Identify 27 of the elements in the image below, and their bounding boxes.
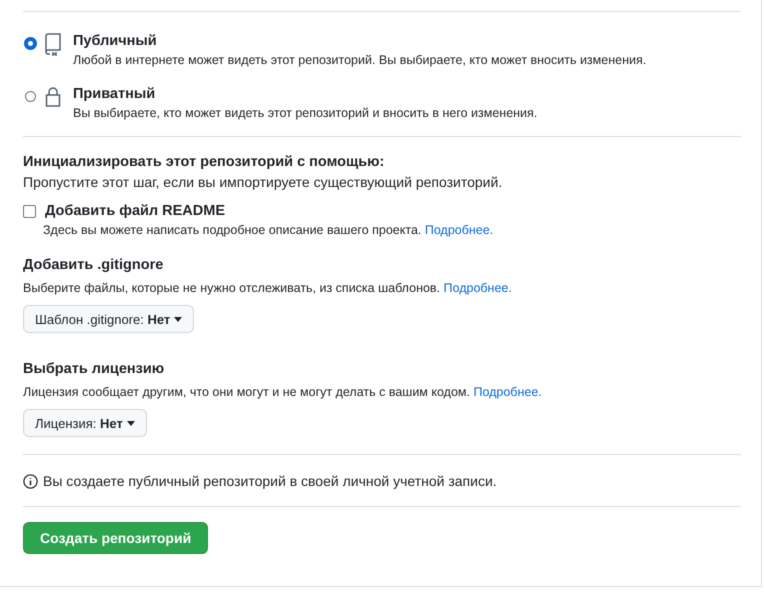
section-description: Лицензия сообщает другим, что они могут и не могут делать с вашим кодом. Подробнее. xyxy=(23,385,542,399)
radio-button[interactable] xyxy=(25,38,36,49)
checkbox[interactable] xyxy=(23,204,36,218)
option-title: Приватный xyxy=(73,85,156,104)
checkbox-label: Добавить файл README xyxy=(45,202,225,221)
learn-more-link[interactable]: Подробнее. xyxy=(473,385,542,399)
lock-icon xyxy=(43,85,63,109)
radio-button[interactable] xyxy=(25,91,36,102)
section-heading: Добавить .gitignore xyxy=(23,256,164,275)
readme-description: Здесь вы можете написать подробное описание вашего проекта. Подробнее. xyxy=(43,223,494,237)
gitignore-dropdown[interactable]: Шаблон .gitignore: Нет xyxy=(23,305,194,333)
create-repository-button[interactable]: Создать репозиторий xyxy=(23,522,208,554)
info-icon xyxy=(23,474,38,489)
section-heading: Выбрать лицензию xyxy=(23,360,166,379)
option-description: Любой в интернете может видеть этот репозиторий. Вы выбираете, кто может вносить изменения. xyxy=(73,52,646,69)
option-title: Публичный xyxy=(73,32,158,51)
section-description: Пропустите этот шаг, если вы импортируете существующий репозиторий. xyxy=(23,173,504,192)
caret-icon xyxy=(126,420,135,426)
section-description: Выберите файлы, которые не нужно отслеживать, из списка шаблонов. Подробнее. xyxy=(23,281,512,295)
notice-text: Вы создаете публичный репозиторий в своей личной учетной записи. xyxy=(43,472,497,491)
license-dropdown[interactable]: Лицензия: Нет xyxy=(23,409,147,437)
option-description: Вы выбираете, кто может видеть этот репозиторий и вносить в него изменения. xyxy=(73,105,538,122)
learn-more-link[interactable]: Подробнее. xyxy=(444,281,512,295)
section-heading: Инициализировать этот репозиторий с помощью: xyxy=(23,153,386,172)
book-icon xyxy=(43,32,63,56)
caret-icon xyxy=(174,316,182,322)
learn-more-link[interactable]: Подробнее. xyxy=(424,223,494,237)
